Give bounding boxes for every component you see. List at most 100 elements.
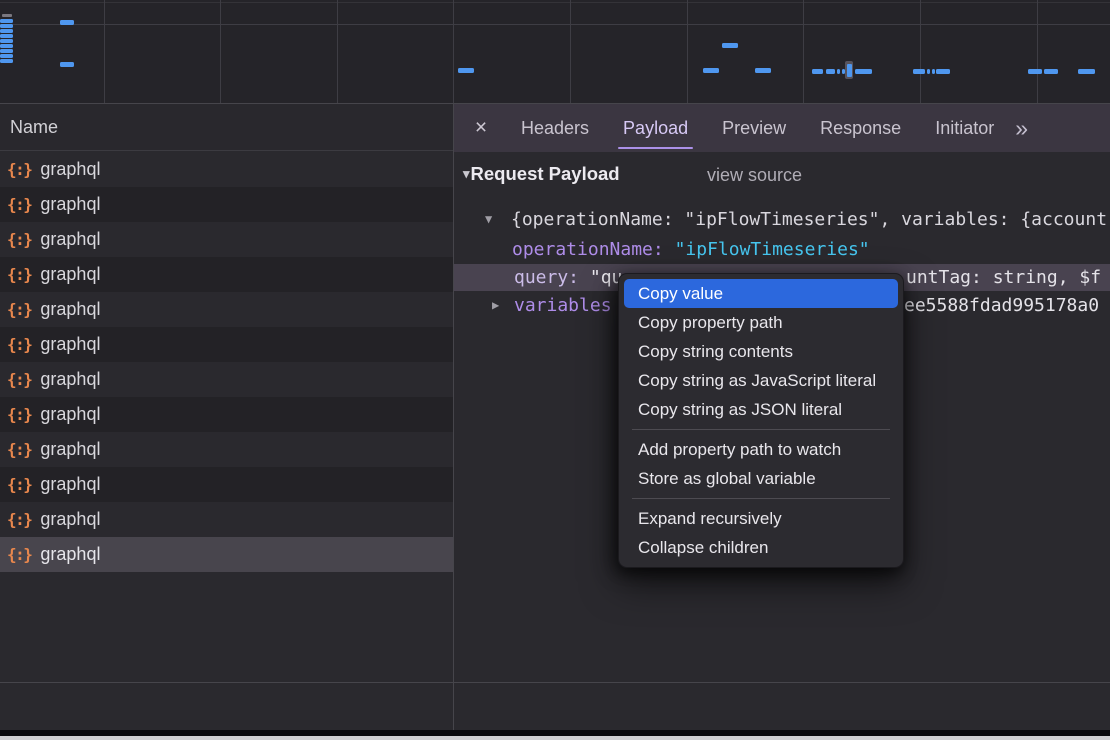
overview-gridline [337, 0, 338, 103]
request-row-graphql[interactable]: {:} graphql [0, 292, 453, 327]
request-row-graphql[interactable]: {:}graphql [0, 327, 453, 362]
request-list: {:} graphql {:} graphql {:} graphql {:} graphql… [0, 152, 453, 572]
request-row-graphql[interactable]: {:} graphql [0, 397, 453, 432]
footer-divider [0, 682, 1110, 683]
page-background-strip [0, 736, 1110, 740]
request-timing-bar [60, 62, 74, 67]
request-name-label: graphql [40, 544, 100, 565]
menu-divider [632, 429, 890, 430]
selected-request-marker-bar [847, 64, 852, 77]
json-braces-icon: {:} [7, 475, 31, 494]
menu-divider [632, 498, 890, 499]
request-timing-bar [755, 68, 771, 73]
close-icon[interactable]: × [468, 104, 494, 152]
json-braces-icon: {:} [7, 300, 31, 319]
request-timing-bar [0, 29, 13, 33]
request-timing-bar [913, 69, 925, 74]
request-timing-bar [60, 20, 74, 25]
request-name-label: graphql [40, 299, 100, 320]
section-collapse-triangle-icon[interactable]: ▾ [463, 166, 470, 181]
expand-triangle-icon[interactable]: ▼ [485, 206, 492, 233]
request-name-label: graphql [40, 334, 100, 355]
request-payload-section-title[interactable]: ▾Request Payload [463, 163, 620, 185]
json-braces-icon: {:} [7, 195, 31, 214]
request-row-graphql[interactable]: {:} graphql [0, 222, 453, 257]
json-braces-icon: {:} [7, 405, 31, 424]
request-timing-bar [932, 69, 935, 74]
request-timing-bar [722, 43, 738, 48]
request-row-graphql[interactable]: {:} graphql [0, 537, 453, 572]
tab-initiator[interactable]: Initiator [918, 104, 1011, 152]
request-timing-bar [826, 69, 835, 74]
menu-item-copy-string-as-javascript-literal[interactable]: Copy string as JavaScript literal [624, 366, 898, 395]
menu-item-copy-string-contents[interactable]: Copy string contents [624, 337, 898, 366]
tab-response[interactable]: Response [803, 104, 918, 152]
request-timing-bar [0, 24, 13, 28]
property-value: "ipFlowTimeseries" [675, 239, 870, 260]
overview-gridline [803, 0, 804, 103]
tab-preview[interactable]: Preview [705, 104, 803, 152]
overview-gridline [104, 0, 105, 103]
request-timing-bar [0, 59, 13, 63]
request-timing-bar [458, 68, 474, 73]
request-timing-bar [0, 44, 13, 48]
context-menu: Copy valueCopy property pathCopy string … [618, 273, 904, 568]
property-key: variables [514, 295, 612, 316]
property-key: operationName: [512, 239, 675, 260]
request-name-label: graphql [40, 229, 100, 250]
request-row-graphql[interactable]: {:} graphql [0, 467, 453, 502]
overview-gridline [570, 0, 571, 103]
overview-gridline [920, 0, 921, 103]
menu-item-expand-recursively[interactable]: Expand recursively [624, 504, 898, 533]
request-row-graphql[interactable]: {:} graphql [0, 432, 453, 467]
overview-gray-bar [2, 14, 12, 17]
json-braces-icon: {:} [7, 265, 31, 284]
request-name-label: graphql [40, 194, 100, 215]
json-braces-icon: {:} [7, 545, 31, 564]
menu-item-add-property-path-to-watch[interactable]: Add property path to watch [624, 435, 898, 464]
request-timing-bar [927, 69, 930, 74]
overview-gridline [453, 0, 454, 103]
json-braces-icon: {:} [7, 230, 31, 249]
view-source-link[interactable]: view source [707, 165, 802, 186]
detail-tabbar: × HeadersPayloadPreviewResponseInitiator… [454, 104, 1110, 152]
request-name-label: graphql [40, 439, 100, 460]
menu-item-copy-string-as-json-literal[interactable]: Copy string as JSON literal [624, 395, 898, 424]
request-row-graphql[interactable]: {:} graphql [0, 362, 453, 397]
menu-item-copy-property-path[interactable]: Copy property path [624, 308, 898, 337]
request-timing-bar [936, 69, 950, 74]
tab-payload[interactable]: Payload [606, 104, 705, 152]
menu-item-store-as-global-variable[interactable]: Store as global variable [624, 464, 898, 493]
request-timing-bar [0, 49, 13, 53]
menu-item-collapse-children[interactable]: Collapse children [624, 533, 898, 562]
request-row-graphql[interactable]: {:}graphql [0, 257, 453, 292]
overview-gridline [0, 24, 1110, 25]
request-timing-bar [1044, 69, 1058, 74]
tab-headers[interactable]: Headers [504, 104, 606, 152]
payload-object-preview[interactable]: {operationName: "ipFlowTimeseries", vari… [511, 206, 1110, 233]
json-braces-icon: {:} [7, 370, 31, 389]
request-row-graphql[interactable]: {:} graphql [0, 187, 453, 222]
request-timing-bar [1028, 69, 1042, 74]
collapsed-triangle-icon[interactable]: ▶ [492, 292, 499, 319]
devtools-window: Name {:}graphql{:}graphql{:}graphql{:}gr… [0, 0, 1110, 740]
request-name-label: graphql [40, 404, 100, 425]
payload-row-query[interactable]: query: "qu [514, 264, 622, 291]
request-row-graphql[interactable]: {:}graphql [0, 152, 453, 187]
json-braces-icon: {:} [7, 440, 31, 459]
menu-item-copy-value[interactable]: Copy value [624, 279, 898, 308]
more-tabs-icon[interactable]: » [1015, 104, 1028, 152]
json-braces-icon: {:} [7, 510, 31, 529]
overview-gridline [687, 0, 688, 103]
variables-value-fragment: ee5588fdad995178a0 [904, 292, 1099, 319]
name-column-header[interactable]: Name [0, 104, 453, 151]
request-timing-bar [812, 69, 823, 74]
network-overview[interactable] [0, 0, 1110, 104]
request-row-graphql[interactable]: {:}graphql [0, 502, 453, 537]
property-key: query: [514, 267, 590, 288]
request-name-label: graphql [40, 369, 100, 390]
request-timing-bar [0, 19, 13, 23]
payload-row-variables[interactable]: variables [514, 292, 612, 319]
request-name-label: graphql [40, 474, 100, 495]
payload-row-operationname[interactable]: operationName: "ipFlowTimeseries" [512, 236, 870, 263]
